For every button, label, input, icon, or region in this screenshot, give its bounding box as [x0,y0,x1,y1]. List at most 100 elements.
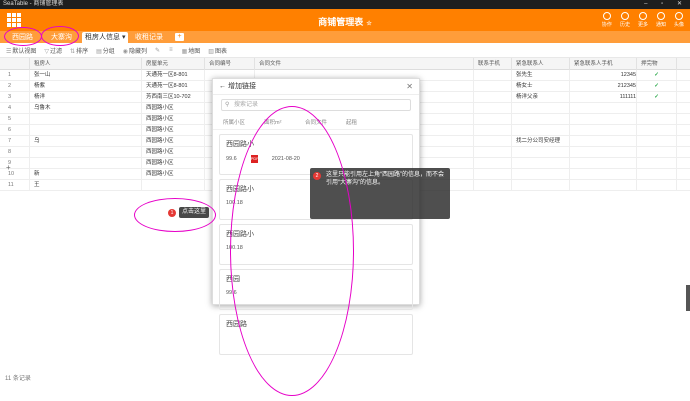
history-button[interactable]: 历史 [620,12,630,28]
deposit-cell[interactable] [637,114,677,125]
chart-button[interactable]: ▥图表 [208,46,227,55]
unit-cell[interactable] [142,180,205,191]
map-button[interactable]: ▦地图 [182,46,201,55]
side-handle[interactable] [686,285,690,311]
avatar-button[interactable]: 头像 [674,12,684,28]
row-number[interactable]: 1 [0,70,30,81]
deposit-cell[interactable] [637,125,677,136]
header-unit[interactable]: 房屋单元 [142,58,205,70]
phone-cell[interactable] [474,70,512,81]
header-contact[interactable]: 紧急联系人 [512,58,570,70]
phone-cell[interactable] [474,81,512,92]
contact-cell[interactable] [512,125,570,136]
window-controls[interactable]: – ▫ ✕ [644,0,688,9]
contact-cell[interactable]: 张先生 [512,70,570,81]
row-number[interactable]: 2 [0,81,30,92]
contact-cell[interactable] [512,147,570,158]
header-contract-file[interactable]: 合同文件 [255,58,474,70]
header-contract-no[interactable]: 合同编号 [205,58,255,70]
phone-cell[interactable] [474,169,512,180]
close-icon[interactable]: ✕ [406,79,413,95]
filter-button[interactable]: ▽过滤 [44,46,62,55]
hide-columns-button[interactable]: ◉隐藏列 [123,46,147,55]
header-deposit[interactable]: 押完物 [637,58,677,70]
deposit-cell[interactable] [637,169,677,180]
emergency-phone-cell[interactable] [570,147,637,158]
header-tenant[interactable]: 租房人 [30,58,142,70]
tenant-cell[interactable]: 杨紫 [30,81,142,92]
deposit-cell[interactable]: ✓ [637,81,677,92]
collaborate-button[interactable]: 协作 [602,12,612,28]
phone-cell[interactable] [474,147,512,158]
emergency-phone-cell[interactable] [570,180,637,191]
row-number[interactable]: 5 [0,114,30,125]
tenant-cell[interactable]: 乌 [30,136,142,147]
emergency-phone-cell[interactable] [570,125,637,136]
tenant-cell[interactable]: 张一山 [30,70,142,81]
tenant-cell[interactable] [30,125,142,136]
deposit-cell[interactable] [637,180,677,191]
more-button[interactable]: 更多 [638,12,648,28]
row-number[interactable]: 9 [0,158,30,169]
emergency-phone-cell[interactable] [570,158,637,169]
contact-cell[interactable] [512,114,570,125]
emergency-phone-cell[interactable]: 212345 [570,81,637,92]
phone-cell[interactable] [474,114,512,125]
contact-cell[interactable] [512,158,570,169]
tab-tenant-info[interactable]: 租房人信息 ▾ [82,32,129,43]
deposit-cell[interactable]: ✓ [637,70,677,81]
emergency-phone-cell[interactable] [570,136,637,147]
unit-cell[interactable]: 芳西南三区10-702 [142,92,205,103]
unit-cell[interactable]: 西园路小区 [142,169,205,180]
tenant-cell[interactable] [30,114,142,125]
deposit-cell[interactable] [637,103,677,114]
unit-cell[interactable]: 西园路小区 [142,158,205,169]
contact-cell[interactable]: 找二分公司安经理 [512,136,570,147]
contact-cell[interactable]: 杨女士 [512,81,570,92]
back-arrow-icon[interactable]: ← [219,83,226,90]
phone-cell[interactable] [474,125,512,136]
view-selector[interactable]: ☰默认视图 [6,46,36,55]
contact-cell[interactable] [512,180,570,191]
row-number[interactable]: 7 [0,136,30,147]
emergency-phone-cell[interactable] [570,169,637,180]
add-table-button[interactable]: + [175,33,184,41]
header-phone[interactable]: 联系手机 [474,58,512,70]
unit-cell[interactable]: 西园路小区 [142,147,205,158]
deposit-cell[interactable]: ✓ [637,92,677,103]
deposit-cell[interactable] [637,158,677,169]
tenant-cell[interactable]: 王 [30,180,142,191]
star-icon[interactable]: ☆ [366,21,371,27]
notification-button[interactable]: 通知 [656,12,666,28]
unit-cell[interactable]: 天通苑一区8-801 [142,81,205,92]
emergency-phone-cell[interactable]: 12345 [570,70,637,81]
deposit-cell[interactable] [637,147,677,158]
phone-cell[interactable] [474,92,512,103]
emergency-phone-cell[interactable] [570,114,637,125]
add-row-button[interactable]: + [6,163,11,172]
phone-cell[interactable] [474,136,512,147]
unit-cell[interactable]: 西园路小区 [142,136,205,147]
row-number[interactable]: 10 [0,169,30,180]
row-number[interactable]: 11 [0,180,30,191]
unit-cell[interactable]: 西园路小区 [142,114,205,125]
contact-cell[interactable] [512,169,570,180]
tenant-cell[interactable]: 新 [30,169,142,180]
emergency-phone-cell[interactable] [570,103,637,114]
paint-icon[interactable]: ✎ [155,47,160,54]
tenant-cell[interactable] [30,158,142,169]
tenant-cell[interactable]: 乌鲁木 [30,103,142,114]
phone-cell[interactable] [474,180,512,191]
row-number[interactable]: 4 [0,103,30,114]
tenant-cell[interactable] [30,147,142,158]
contact-cell[interactable]: 杨洋父亲 [512,92,570,103]
row-height-icon[interactable]: ≡ [169,47,173,53]
contact-cell[interactable] [512,103,570,114]
phone-cell[interactable] [474,158,512,169]
unit-cell[interactable]: 西园路小区 [142,125,205,136]
deposit-cell[interactable] [637,136,677,147]
tab-rent-records[interactable]: 收租记录 [132,32,166,43]
row-number[interactable]: 8 [0,147,30,158]
group-button[interactable]: ▤分组 [96,46,115,55]
search-input[interactable]: 搜索记录 [221,99,411,111]
